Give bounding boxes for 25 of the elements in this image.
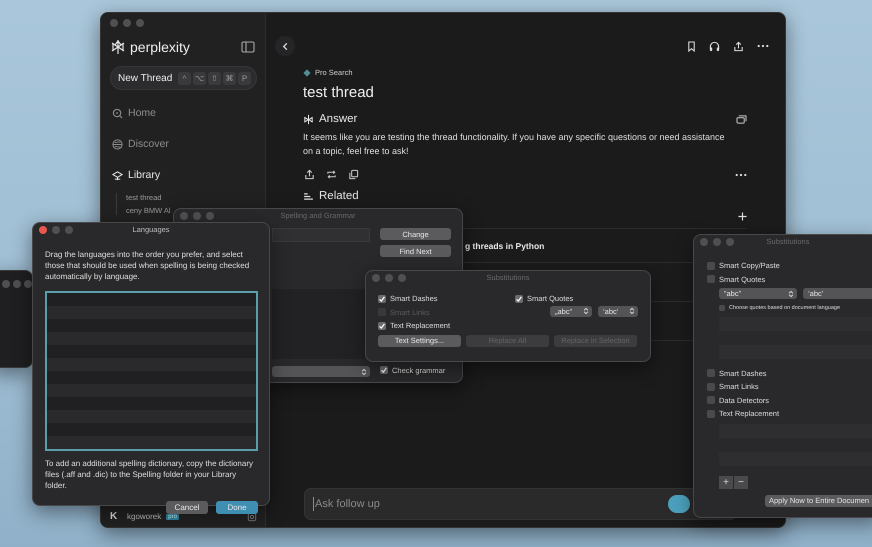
logo-text: perplexity [130, 39, 190, 55]
nav-item[interactable]: Discover [110, 135, 257, 153]
shortcut-key: ⇧ [208, 72, 221, 84]
add-button[interactable]: + [719, 476, 733, 488]
shortcut-key: P [238, 72, 251, 84]
shortcut-key: ⌘ [223, 72, 236, 84]
nav-item[interactable]: Home [110, 104, 257, 122]
answer-text: It seems like you are testing the thread functionality. If you have any specific questions or need assistance on a topic, feel free to ask! [303, 131, 726, 158]
user-initial: K [110, 511, 118, 522]
nav-item[interactable]: Library [110, 166, 257, 184]
new-thread-button[interactable]: New Thread ^ ⌥ ⇧ ⌘ P [110, 66, 257, 90]
related-heading: Related [319, 190, 359, 202]
dictionary-note: To add an additional spelling dictionary, copy the dictionary files (.aff and .dic) to the Spelling folder in your Library folder. [45, 458, 254, 491]
user-name: kgoworek [127, 512, 162, 521]
dialog-button[interactable]: Done [216, 501, 258, 514]
follow-up-field[interactable]: Ask follow up [304, 488, 737, 520]
shortcut-key: ⌥ [193, 72, 206, 84]
thread-title: test thread [303, 84, 375, 101]
follow-up-input[interactable]: Ask follow up [314, 498, 668, 510]
instructions-text: Drag the languages into the order you prefer, and select those that should be used when spelling is being checked automatically by language. [45, 249, 250, 282]
answer-heading: Answer [319, 113, 358, 125]
dialog-button[interactable]: Cancel [166, 501, 208, 514]
remove-button[interactable]: − [734, 476, 748, 488]
related-question[interactable]: g threads in Python [465, 240, 544, 250]
shortcut-key: ^ [178, 72, 191, 84]
